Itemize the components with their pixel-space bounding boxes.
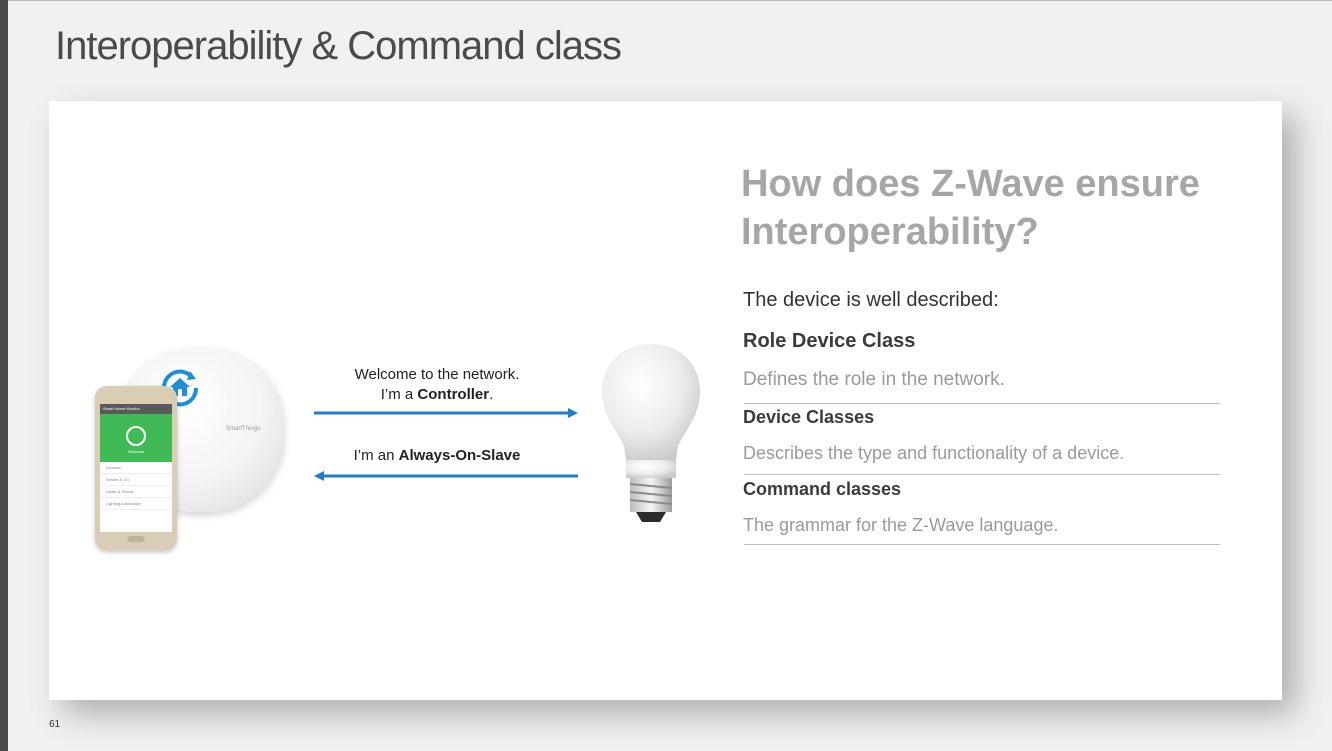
divider	[744, 403, 1220, 404]
window-top-border	[8, 0, 1332, 1]
list-item: Leaks & Floods	[100, 486, 172, 498]
controller-message: Welcome to the network. I’m a Controller…	[330, 365, 544, 405]
phone-status-panel: Welcome	[100, 414, 172, 462]
class-description-role: Defines the role in the network.	[743, 369, 1005, 390]
panel-heading: How does Z-Wave ensure Interoperability?	[741, 163, 1200, 253]
controller-message-line1: Welcome to the network.	[354, 366, 520, 383]
page-number: 61	[49, 719, 61, 730]
arrow-left-icon	[314, 471, 578, 481]
class-title-command: Command classes	[743, 479, 902, 499]
phone-app-header: Smart Home Monitor	[100, 404, 172, 414]
phone-home-button	[127, 536, 145, 542]
controller-message-line2: I’m a Controller.	[380, 386, 494, 403]
class-title-device: Device Classes	[743, 407, 875, 427]
list-item: Lighting Automation	[100, 498, 172, 510]
slave-message: I’m an Always-On-Slave	[353, 447, 521, 464]
divider	[744, 544, 1220, 545]
light-bulb-icon	[602, 344, 700, 522]
window-left-border	[0, 0, 8, 751]
panel-intro: The device is well described:	[743, 289, 999, 311]
hub-brand-label: SmartThings	[226, 426, 261, 432]
list-item: Smoke & CO	[100, 474, 172, 486]
phone-list: Intrusion Smoke & CO Leaks & Floods Ligh…	[100, 462, 172, 510]
arrow-right-icon	[314, 408, 578, 418]
class-title-role: Role Device Class	[743, 330, 916, 352]
divider	[744, 474, 1220, 475]
phone-status-text: Welcome	[127, 449, 145, 454]
class-description-device: Describes the type and functionality of …	[743, 443, 1125, 463]
list-item: Intrusion	[100, 462, 172, 474]
phone-home-icon	[126, 426, 146, 446]
phone-screen: Smart Home Monitor Welcome Intrusion Smo…	[100, 404, 172, 532]
smartphone-image: Smart Home Monitor Welcome Intrusion Smo…	[95, 386, 177, 550]
slide-title: Interoperability & Command class	[55, 24, 622, 68]
class-description-command: The grammar for the Z-Wave language.	[743, 515, 1059, 535]
